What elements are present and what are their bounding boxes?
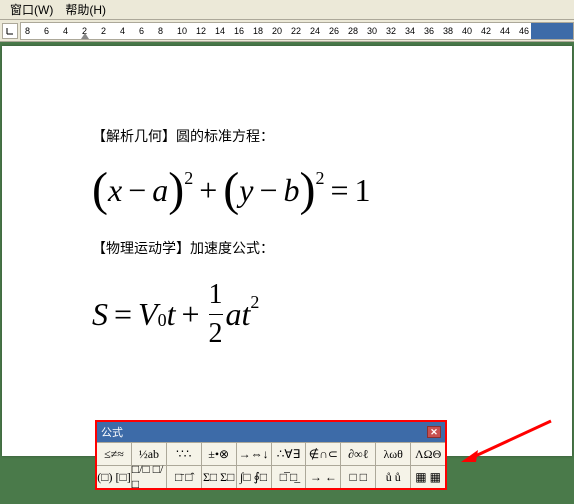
toolbar-cell[interactable]: ∉∩⊂ <box>306 443 341 465</box>
page: 【解析几何】圆的标准方程： ( x − a ) 2 + ( y − b ) 2 … <box>2 46 572 456</box>
toolbar-cell[interactable]: ů ů <box>376 466 411 488</box>
toolbar-cell[interactable]: □̅ □̲ <box>272 466 307 488</box>
formula-kinematics: S = V 0 t + 1 2 a t 2 <box>92 278 532 350</box>
menu-window[interactable]: 窗口(W) <box>4 0 59 20</box>
toolbar-title-text: 公式 <box>101 424 123 440</box>
ruler-number: 38 <box>443 26 453 36</box>
ruler-number: 14 <box>215 26 225 36</box>
ruler-number: 42 <box>481 26 491 36</box>
toolbar-cell[interactable]: □̄ □̂ <box>167 466 202 488</box>
menu-help[interactable]: 帮助(H) <box>59 0 112 20</box>
toolbar-cell[interactable]: ∵∴ <box>167 443 202 465</box>
ruler-number: 2 <box>101 26 106 36</box>
ruler-area: 8642246810121416182022242628303234363840… <box>0 20 574 42</box>
toolbar-cell[interactable]: ∴∀∃ <box>272 443 307 465</box>
toolbar-cell[interactable]: □ □ <box>341 466 376 488</box>
document-area: 【解析几何】圆的标准方程： ( x − a ) 2 + ( y − b ) 2 … <box>0 46 574 504</box>
ruler-number: 12 <box>196 26 206 36</box>
ruler-number: 32 <box>386 26 396 36</box>
toolbar-cell[interactable]: ΛΩΘ <box>411 443 445 465</box>
toolbar-cell[interactable]: □/□ □/□ <box>132 466 167 488</box>
formula-circle: ( x − a ) 2 + ( y − b ) 2 = 1 <box>92 166 532 214</box>
toolbar-cell[interactable]: →⇔↓ <box>237 443 272 465</box>
toolbar-cell[interactable]: λωθ <box>376 443 411 465</box>
ruler-number: 30 <box>367 26 377 36</box>
toolbar-cell[interactable]: ▦ ▦ <box>411 466 445 488</box>
horizontal-ruler[interactable]: 8642246810121416182022242628303234363840… <box>20 22 574 40</box>
toolbar-cell[interactable]: ∂∞ℓ <box>341 443 376 465</box>
close-icon[interactable]: ✕ <box>427 426 441 438</box>
toolbar-cell[interactable]: Σ□ Σ□ <box>202 466 237 488</box>
ruler-number: 46 <box>519 26 529 36</box>
toolbar-cell[interactable]: (□) [□] <box>97 466 132 488</box>
toolbar-cell[interactable]: ≤≠≈ <box>97 443 132 465</box>
ruler-number: 18 <box>253 26 263 36</box>
formula-toolbar: 公式 ✕ ≤≠≈½ab∵∴±•⊗→⇔↓∴∀∃∉∩⊂∂∞ℓλωθΛΩΘ (□) [… <box>95 420 447 490</box>
section-title-physics: 【物理运动学】加速度公式： <box>92 238 532 258</box>
ruler-number: 24 <box>310 26 320 36</box>
ruler-number: 6 <box>139 26 144 36</box>
ruler-number: 4 <box>120 26 125 36</box>
toolbar-cell[interactable]: ∫□ ∮□ <box>237 466 272 488</box>
ruler-number: 34 <box>405 26 415 36</box>
ruler-highlight <box>531 23 573 39</box>
ruler-number: 40 <box>462 26 472 36</box>
ruler-number: 4 <box>63 26 68 36</box>
ruler-number: 22 <box>291 26 301 36</box>
left-margin-marker[interactable] <box>81 33 89 39</box>
tab-align-button[interactable] <box>2 23 18 39</box>
ruler-number: 28 <box>348 26 358 36</box>
toolbar-cell[interactable]: ±•⊗ <box>202 443 237 465</box>
section-title-geometry: 【解析几何】圆的标准方程： <box>92 126 532 146</box>
ruler-number: 20 <box>272 26 282 36</box>
ruler-number: 8 <box>25 26 30 36</box>
ruler-number: 16 <box>234 26 244 36</box>
ruler-number: 8 <box>158 26 163 36</box>
toolbar-cell[interactable]: → ← <box>306 466 341 488</box>
ruler-number: 36 <box>424 26 434 36</box>
ruler-number: 6 <box>44 26 49 36</box>
toolbar-titlebar[interactable]: 公式 ✕ <box>97 422 445 442</box>
menu-bar: 窗口(W) 帮助(H) <box>0 0 574 20</box>
ruler-number: 44 <box>500 26 510 36</box>
ruler-number: 10 <box>177 26 187 36</box>
toolbar-row-2: (□) [□]□/□ □/□□̄ □̂Σ□ Σ□∫□ ∮□□̅ □̲→ ←□ □… <box>97 465 445 488</box>
ruler-number: 26 <box>329 26 339 36</box>
